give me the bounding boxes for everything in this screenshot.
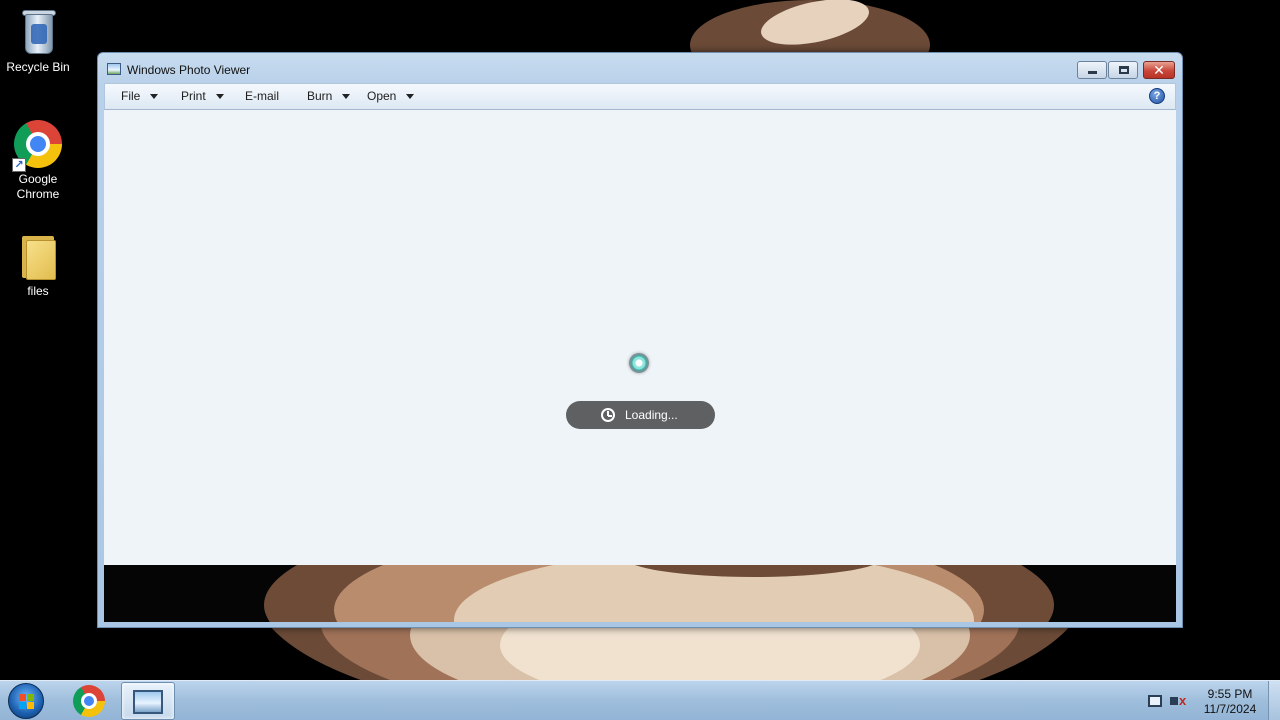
loading-spinner-icon	[629, 353, 649, 373]
taskbar-chrome-button[interactable]	[62, 682, 116, 720]
desktop-icon-label: Recycle Bin	[6, 60, 70, 74]
clock-time: 9:55 PM	[1207, 687, 1253, 701]
maximize-button[interactable]	[1108, 61, 1138, 79]
close-icon: ✕	[1153, 62, 1165, 78]
menu-burn[interactable]: Burn	[307, 89, 351, 103]
shortcut-arrow-icon: ↗	[12, 158, 26, 172]
taskbar-clock[interactable]: 9:55 PM 11/7/2024	[1198, 687, 1262, 717]
show-desktop-button[interactable]	[1268, 681, 1280, 720]
menu-open[interactable]: Open	[367, 89, 415, 103]
loading-indicator: Loading...	[566, 401, 715, 429]
desktop-icon-recycle-bin[interactable]: Recycle Bin	[0, 6, 76, 75]
help-icon[interactable]: ?	[1149, 88, 1165, 104]
clock-icon	[601, 408, 615, 422]
photo-viewer-icon	[107, 63, 121, 75]
close-button[interactable]: ✕	[1143, 61, 1175, 79]
menu-label: Print	[181, 89, 206, 103]
taskbar: x 9:55 PM 11/7/2024	[0, 680, 1280, 720]
minimize-icon	[1088, 71, 1097, 74]
network-icon[interactable]	[1148, 695, 1162, 707]
chrome-icon: ↗	[12, 120, 62, 172]
desktop-icon-google-chrome[interactable]: ↗ Google Chrome	[0, 120, 76, 202]
system-tray: x 9:55 PM 11/7/2024	[1140, 681, 1280, 720]
menu-bar: File Print E-mail Burn Open ?	[104, 83, 1176, 110]
loading-text: Loading...	[625, 408, 678, 422]
minimize-button[interactable]	[1077, 61, 1107, 79]
chevron-down-icon	[406, 93, 415, 99]
taskbar-photo-viewer-button[interactable]	[121, 682, 175, 720]
menu-print[interactable]: Print	[181, 89, 224, 103]
windows-logo-icon	[19, 694, 26, 701]
start-button[interactable]	[8, 683, 44, 719]
window-title: Windows Photo Viewer	[127, 63, 251, 77]
desktop-icon-label: Google Chrome	[16, 172, 60, 201]
muted-mark: x	[1179, 693, 1187, 708]
chrome-icon	[73, 685, 105, 717]
windows-logo-icon	[19, 702, 26, 709]
volume-muted-icon[interactable]: x	[1170, 693, 1190, 709]
chevron-down-icon	[342, 93, 351, 99]
windows-logo-icon	[27, 694, 34, 701]
maximize-icon	[1119, 66, 1129, 74]
menu-file[interactable]: File	[121, 89, 159, 103]
window-titlebar[interactable]: Windows Photo Viewer ✕	[98, 53, 1182, 83]
clock-date: 11/7/2024	[1203, 702, 1257, 716]
chevron-down-icon	[215, 93, 224, 99]
desktop-icon-label: files	[27, 284, 49, 298]
menu-label: File	[121, 89, 141, 103]
chevron-down-icon	[150, 93, 159, 99]
recycle-bin-icon	[18, 6, 58, 56]
photo-viewer-icon	[133, 690, 163, 714]
menu-label: Open	[367, 89, 397, 103]
photo-viewer-window: Windows Photo Viewer ✕ File Print E-mail…	[97, 52, 1183, 628]
folder-icon	[20, 232, 56, 280]
menu-label: E-mail	[245, 89, 280, 103]
menu-email[interactable]: E-mail	[245, 89, 279, 103]
menu-label: Burn	[307, 89, 333, 103]
windows-logo-icon	[27, 702, 34, 709]
desktop-icon-files[interactable]: files	[0, 232, 76, 299]
image-viewer-area[interactable]: Loading...	[104, 110, 1176, 565]
image-preview-strip	[104, 565, 1176, 622]
